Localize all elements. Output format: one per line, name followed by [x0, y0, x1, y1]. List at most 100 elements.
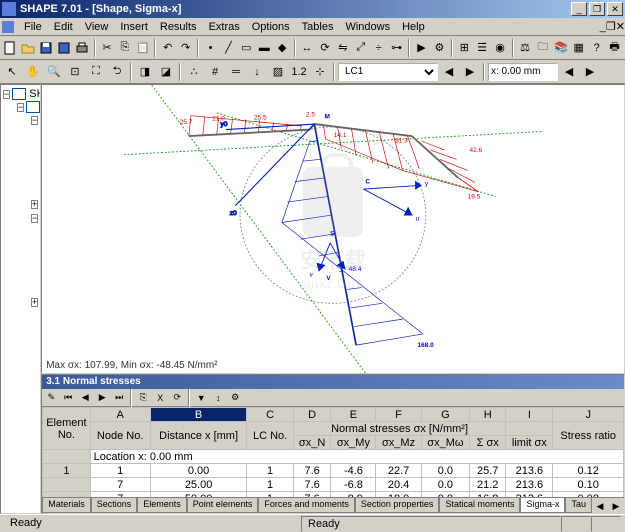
menu-view[interactable]: View — [79, 19, 115, 35]
table-excel-button[interactable]: X — [152, 390, 168, 406]
tab-sections[interactable]: Sections — [91, 498, 138, 513]
next-x-button[interactable]: ▶ — [580, 62, 600, 82]
previous-view-button[interactable]: ⮌ — [107, 62, 127, 82]
menu-extras[interactable]: Extras — [203, 19, 246, 35]
element-button[interactable]: ▬ — [256, 38, 273, 58]
col-g[interactable]: G — [421, 408, 470, 422]
copy-button[interactable]: ⎘ — [116, 38, 133, 58]
close-button[interactable]: ✕ — [607, 2, 623, 16]
show-values-button[interactable]: 1.2 — [289, 62, 309, 82]
table-sort-button[interactable]: ↕ — [210, 390, 226, 406]
help-button[interactable]: ? — [588, 38, 605, 58]
table-refresh-button[interactable]: ⟳ — [169, 390, 185, 406]
table-first-button[interactable]: ⏮ — [60, 390, 76, 406]
table-prev-button[interactable]: ◀ — [77, 390, 93, 406]
show-nodes-button[interactable]: ∴ — [184, 62, 204, 82]
menu-file[interactable]: File — [18, 19, 48, 35]
menu-edit[interactable]: Edit — [48, 19, 79, 35]
menu-options[interactable]: Options — [246, 19, 296, 35]
tab-scroll-right[interactable]: ▶ — [608, 498, 624, 513]
next-lc-button[interactable]: ▶ — [460, 62, 480, 82]
print-button[interactable] — [74, 38, 91, 58]
navigator-button[interactable]: ☰ — [474, 38, 491, 58]
show-loads-button[interactable]: ↓ — [247, 62, 267, 82]
menu-help[interactable]: Help — [396, 19, 431, 35]
tab-section-props[interactable]: Section properties — [355, 498, 440, 513]
zoom-button[interactable]: 🔍 — [44, 62, 64, 82]
save-as-button[interactable] — [56, 38, 73, 58]
line-button[interactable]: ╱ — [220, 38, 237, 58]
move-button[interactable]: ↔ — [299, 38, 316, 58]
scale-button[interactable]: ⤢ — [352, 38, 369, 58]
menu-results[interactable]: Results — [154, 19, 203, 35]
results-table[interactable]: Element No. A B C D E F G H I J Node No. — [42, 407, 624, 497]
tab-sigma-x[interactable]: Sigma-x — [520, 498, 565, 513]
zoom-all-button[interactable]: ⛶ — [86, 62, 106, 82]
3d-view-button[interactable]: ◪ — [156, 62, 176, 82]
tree-shape[interactable]: −Shape [Demo]* — [17, 101, 38, 113]
print-report-button[interactable]: 🖶 — [606, 38, 623, 58]
tree-results[interactable]: −Results — [31, 212, 38, 224]
x-coord-input[interactable] — [488, 63, 558, 81]
tree-crosssection[interactable]: −Cross-section data — [31, 114, 38, 126]
table-filter-button[interactable]: ▼ — [193, 390, 209, 406]
show-axes-button[interactable]: ⊹ — [310, 62, 330, 82]
paste-button[interactable]: 📋 — [134, 38, 151, 58]
redo-button[interactable]: ↷ — [177, 38, 194, 58]
tree-printout[interactable]: +Printout reports — [31, 296, 38, 308]
cursor-button[interactable]: ↖ — [2, 62, 22, 82]
tree-root[interactable]: −SHAPE-THIN — [3, 88, 38, 100]
explorer-button[interactable]: 🗀 — [534, 38, 551, 58]
tree-forces[interactable]: +Forces and moments — [31, 198, 38, 210]
col-b[interactable]: B — [150, 408, 247, 422]
rotate-button[interactable]: ⟳ — [317, 38, 334, 58]
divide-button[interactable]: ÷ — [370, 38, 387, 58]
pan-button[interactable]: ✋ — [23, 62, 43, 82]
tab-elements[interactable]: Elements — [137, 498, 187, 513]
graphics-viewport[interactable]: y0 z0 25.7 21.0 25.5 2.5 14.1 M 31.3 42.… — [41, 84, 625, 374]
tab-materials[interactable]: Materials — [42, 498, 91, 513]
col-d[interactable]: D — [293, 408, 331, 422]
menu-tables[interactable]: Tables — [296, 19, 340, 35]
save-button[interactable] — [38, 38, 55, 58]
prev-x-button[interactable]: ◀ — [559, 62, 579, 82]
table-edit-button[interactable]: ✎ — [43, 390, 59, 406]
table-row[interactable]: 725.0017.6-6.820.40.021.2213.60.10 — [43, 478, 624, 492]
mdi-restore-button[interactable]: ❐ — [606, 20, 616, 33]
col-i[interactable]: I — [506, 408, 553, 422]
tab-forces[interactable]: Forces and moments — [258, 498, 355, 513]
mirror-button[interactable]: ⇋ — [334, 38, 351, 58]
col-e[interactable]: E — [331, 408, 376, 422]
calc-params-button[interactable]: ⚙ — [431, 38, 448, 58]
undo-button[interactable]: ↶ — [159, 38, 176, 58]
menu-windows[interactable]: Windows — [339, 19, 396, 35]
col-j[interactable]: J — [553, 408, 624, 422]
prev-lc-button[interactable]: ◀ — [439, 62, 459, 82]
menu-insert[interactable]: Insert — [114, 19, 154, 35]
connect-button[interactable]: ⊶ — [388, 38, 405, 58]
col-h[interactable]: H — [470, 408, 506, 422]
loadcase-combo[interactable]: LC1 — [338, 63, 438, 81]
library-button[interactable]: 📚 — [552, 38, 569, 58]
zoom-window-button[interactable]: ⊡ — [65, 62, 85, 82]
units-button[interactable]: ⚖ — [517, 38, 534, 58]
table-settings-button[interactable]: ⚙ — [227, 390, 243, 406]
col-a[interactable]: A — [90, 408, 150, 422]
display-button[interactable]: ◉ — [492, 38, 509, 58]
material-button[interactable]: ▦ — [570, 38, 587, 58]
col-f[interactable]: F — [376, 408, 421, 422]
mdi-close-button[interactable]: ✕ — [616, 20, 625, 33]
table-next-button[interactable]: ▶ — [94, 390, 110, 406]
iso-view-button[interactable]: ◨ — [135, 62, 155, 82]
maximize-button[interactable]: ❐ — [589, 2, 605, 16]
show-sections-button[interactable]: ═ — [226, 62, 246, 82]
table-button[interactable]: ⊞ — [456, 38, 473, 58]
table-last-button[interactable]: ⏭ — [111, 390, 127, 406]
table-row[interactable]: 110.0017.6-4.622.70.025.7213.60.12 — [43, 464, 624, 478]
cut-button[interactable]: ✂ — [99, 38, 116, 58]
node-button[interactable]: • — [202, 38, 219, 58]
tab-tau[interactable]: Tau — [565, 498, 592, 513]
section-button[interactable]: ▭ — [238, 38, 255, 58]
tab-scroll-left[interactable]: ◀ — [592, 498, 608, 513]
new-button[interactable] — [2, 38, 19, 58]
